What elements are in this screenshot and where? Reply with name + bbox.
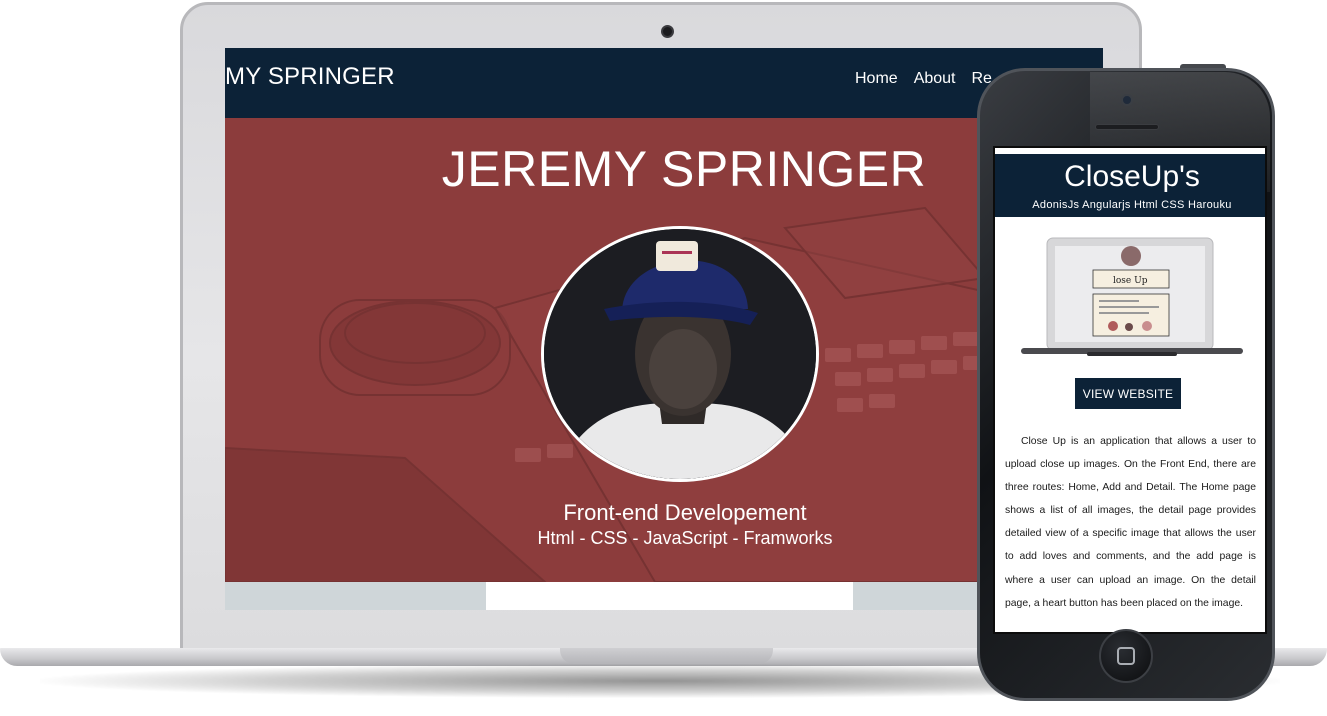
project-title: CloseUp's [1064,160,1200,193]
project-description: Close Up is an application that allows a… [1005,436,1256,609]
hero-role: Front-end Developement [563,500,807,525]
project-tech-stack: AdonisJs Angularjs Html CSS Harouku [1032,199,1232,211]
hero-title: JEREMY SPRINGER [441,141,927,197]
laptop-screen: MY SPRINGER Home About Re JEREMY SPRINGE… [225,48,1103,610]
nav-link-home[interactable]: Home [855,70,898,88]
view-website-button[interactable]: VIEW WEBSITE [1075,378,1181,409]
mockup-logo-text: lose Up [1113,276,1148,286]
phone-speaker [1095,124,1159,130]
profile-avatar [541,226,819,482]
hero-skills: Html - CSS - JavaScript - Framworks [537,528,833,548]
hero-section: JEREMY SPRINGER Front-end Developement H… [225,118,1103,582]
site-header: MY SPRINGER Home About Re [225,48,1103,118]
site-logo[interactable]: MY SPRINGER [225,63,395,91]
project-screenshot: lose Up [1021,237,1243,356]
project-header: CloseUp's AdonisJs Angularjs Html CSS Ha… [995,154,1265,217]
content-panel [486,582,853,610]
phone-home-button [1099,629,1153,683]
site-nav: Home About Re [855,70,992,88]
laptop-camera-icon [661,25,674,38]
phone-camera-icon [1121,94,1133,106]
nav-link-about[interactable]: About [914,70,956,88]
phone-screen: CloseUp's AdonisJs Angularjs Html CSS Ha… [993,146,1267,634]
laptop-trackpad-notch [560,648,773,664]
home-square-icon [1117,647,1135,665]
